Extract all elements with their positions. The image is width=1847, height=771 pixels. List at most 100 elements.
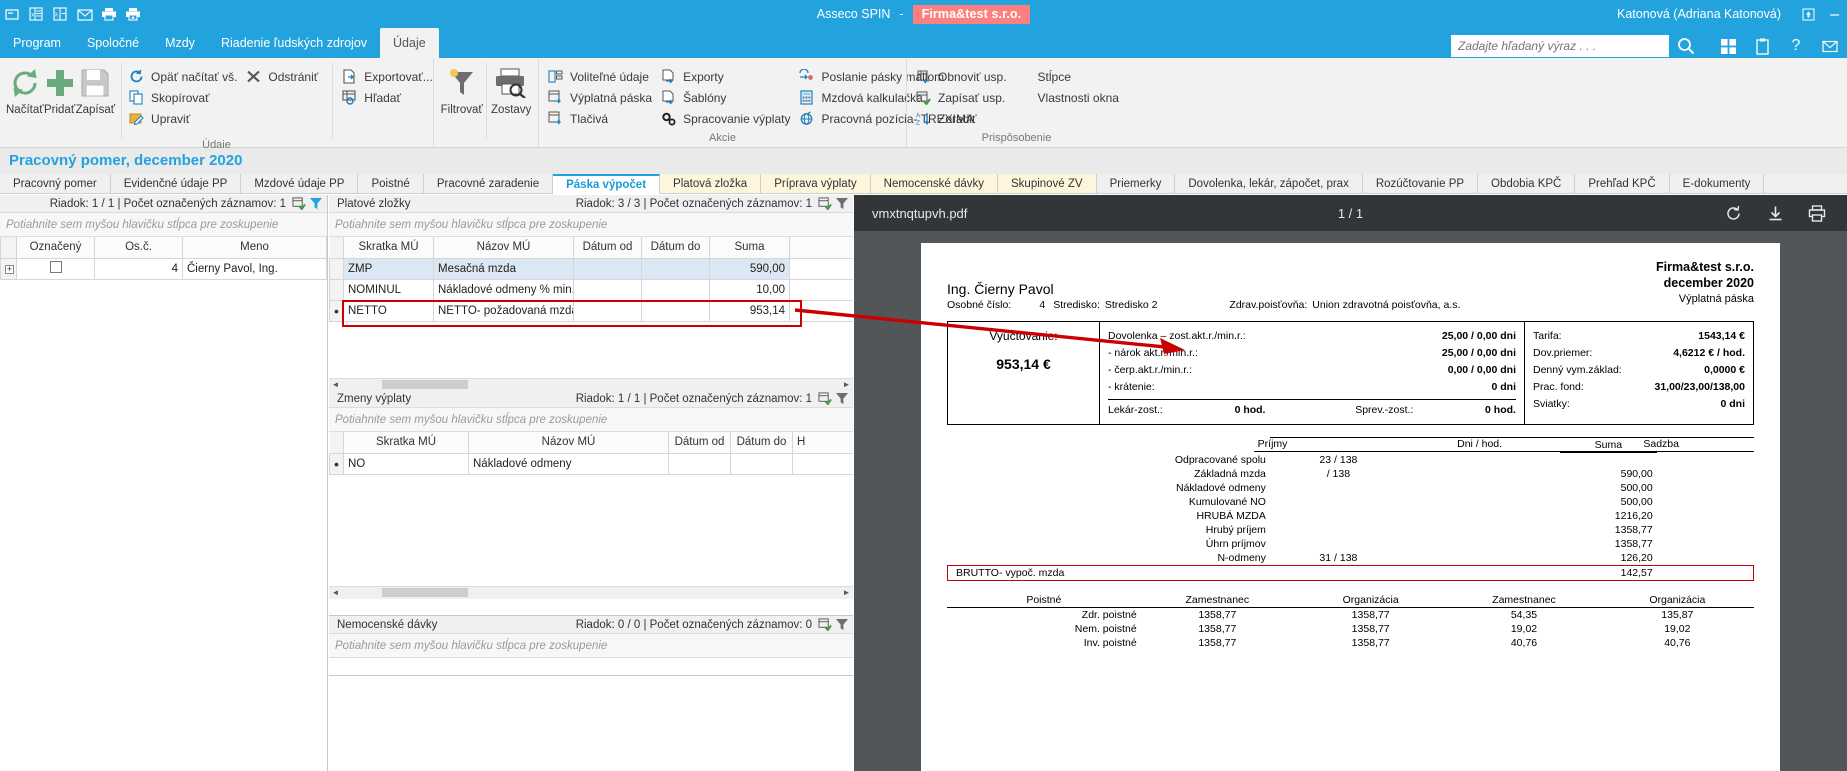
panel-platove-zlozky-group-hint[interactable]: Potiahnite sem myšou hlavičku stĺpca pre… (329, 213, 853, 237)
tab-nemocenske-davky[interactable]: Nemocenské dávky (870, 174, 998, 193)
col-nazov-mu[interactable]: Názov MÚ (468, 432, 669, 454)
excel-export-icon[interactable]: x (28, 7, 45, 22)
clipboard-icon[interactable] (1745, 32, 1779, 60)
hscrollbar-zmeny-vyplaty[interactable]: ◄ ► (329, 585, 853, 599)
restore-window-icon[interactable] (1795, 0, 1821, 28)
col-datum-od[interactable]: Dátum od (668, 432, 731, 454)
col-h[interactable]: H (792, 432, 853, 454)
scroll-thumb[interactable] (382, 588, 468, 597)
filter-icon[interactable] (833, 391, 850, 407)
table-row[interactable]: + 4 Čierny Pavol, Ing. (0, 257, 327, 280)
tab-dovolenka-lekar-zapocet-prax[interactable]: Dovolenka, lekár, zápočet, prax (1175, 174, 1363, 193)
scroll-track[interactable] (342, 379, 840, 390)
col-datum-do[interactable]: Dátum do (641, 237, 710, 259)
hscrollbar-platove-zlozky[interactable]: ◄ ► (329, 377, 853, 391)
expander-icon[interactable]: + (5, 264, 14, 274)
mail-notify-icon[interactable] (1813, 32, 1847, 60)
save-layout-icon[interactable] (816, 617, 833, 633)
employee-group-hint[interactable]: Potiahnite sem myšou hlavičku stĺpca pre… (0, 213, 327, 237)
tab-obdobia-kpc[interactable]: Obdobia KPČ (1478, 174, 1576, 193)
ribbon-button-hladat[interactable]: Hľadať (339, 87, 439, 108)
scroll-left-arrow[interactable]: ◄ (329, 380, 342, 389)
cell-oznaceny[interactable] (16, 257, 95, 280)
ribbon-button-nacitat[interactable]: Načítať (6, 61, 44, 116)
menu-item-udaje[interactable]: Údaje (380, 28, 439, 58)
scroll-thumb[interactable] (382, 380, 468, 389)
scroll-right-arrow[interactable]: ► (840, 588, 853, 597)
col-oznaceny[interactable]: Označený (16, 237, 95, 259)
ribbon-button-exporty[interactable]: Exporty (658, 66, 796, 87)
filter-icon[interactable] (307, 196, 324, 212)
table-row[interactable]: • NETTO NETTO- požadovaná mzda 953,14 (329, 299, 853, 322)
table-row[interactable]: ZMP Mesačná mzda 590,00 (329, 257, 853, 280)
menu-item-program[interactable]: Program (0, 28, 74, 58)
ribbon-button-obnovit-usp[interactable]: Obnoviť usp. (913, 66, 1013, 87)
tab-platova-zlozka[interactable]: Platová zložka (660, 174, 762, 193)
tab-pracovne-zaradenie[interactable]: Pracovné zaradenie (423, 174, 554, 193)
menu-item-riadenie-ludskych-zdrojov[interactable]: Riadenie ľudských zdrojov (208, 28, 380, 58)
ribbon-button-vyplatna-paska[interactable]: Výplatná páska (545, 87, 658, 108)
ribbon-button-zostavy[interactable]: Zostavy (490, 61, 532, 116)
search-input[interactable] (1451, 35, 1669, 57)
help-icon[interactable]: ? (1779, 32, 1813, 60)
save-layout-icon[interactable] (816, 391, 833, 407)
pdf-export-icon[interactable]: λ (52, 7, 69, 22)
table-row[interactable]: • NO Nákladové odmeny (329, 452, 853, 475)
row-expander-cell[interactable]: + (0, 257, 17, 280)
ribbon-button-exportovat[interactable]: Exportovať... (339, 66, 439, 87)
save-layout-icon[interactable] (816, 196, 833, 212)
ribbon-button-vlastnosti-okna[interactable]: Vlastnosti okna (1013, 87, 1125, 108)
tab-prehlad-kpc[interactable]: Prehľad KPČ (1575, 174, 1670, 193)
panel-nemocenske-davky-group-hint[interactable]: Potiahnite sem myšou hlavičku stĺpca pre… (329, 634, 853, 658)
table-row[interactable]: NOMINUL Nákladové odmeny % min. obd... 1… (329, 278, 853, 301)
filter-icon[interactable] (833, 617, 850, 633)
col-datum-od[interactable]: Dátum od (573, 237, 642, 259)
tab-rozuctovanie-pp[interactable]: Rozúčtovanie PP (1362, 174, 1479, 193)
ribbon-button-filtrovat[interactable]: Filtrovať (440, 61, 483, 116)
tab-pracovny-pomer[interactable]: Pracovný pomer (0, 174, 111, 193)
company-badge[interactable]: Firma&test s.r.o. (912, 4, 1031, 24)
tab-mzdove-udaje-pp[interactable]: Mzdové údaje PP (241, 174, 359, 193)
menu-item-mzdy[interactable]: Mzdy (152, 28, 208, 58)
window-icon[interactable] (4, 7, 21, 22)
panel-zmeny-vyplaty-group-hint[interactable]: Potiahnite sem myšou hlavičku stĺpca pre… (329, 408, 853, 432)
tab-priemerky[interactable]: Priemerky (1096, 174, 1176, 193)
ribbon-button-spracovanie-vyplaty[interactable]: Spracovanie výplaty (658, 108, 796, 129)
ribbon-button-volitelne-udaje[interactable]: Voliteľné údaje (545, 66, 658, 87)
col-skratka-mu[interactable]: Skratka MÚ (343, 432, 469, 454)
ribbon-button-zapisat[interactable]: Zapísať (76, 61, 115, 116)
scroll-left-arrow[interactable]: ◄ (329, 588, 342, 597)
tab-skupinove-zv[interactable]: Skupinové ZV (998, 174, 1097, 193)
tab-paska-vypocet[interactable]: Páska výpočet (553, 174, 661, 194)
col-suma[interactable]: Suma (709, 237, 790, 259)
ribbon-button-stlpce[interactable]: Stĺpce (1013, 66, 1125, 87)
col-datum-do[interactable]: Dátum do (730, 432, 793, 454)
print-preview-icon[interactable] (124, 7, 141, 22)
ribbon-button-zapisat-usp[interactable]: Zapísať usp. (913, 87, 1013, 108)
ribbon-button-skopirovat[interactable]: Skopírovať (126, 87, 243, 108)
tab-evidencne-udaje-pp[interactable]: Evidenčné údaje PP (110, 174, 242, 193)
minimize-window-button[interactable] (1821, 0, 1847, 28)
menu-item-spolocne[interactable]: Spoločné (74, 28, 152, 58)
scroll-track[interactable] (342, 587, 840, 598)
col-skratka-mu[interactable]: Skratka MÚ (343, 237, 434, 259)
ribbon-button-tlaciva[interactable]: Tlačivá (545, 108, 658, 129)
tab-poistne[interactable]: Poistné (358, 174, 424, 193)
tab-priprava-vyplaty[interactable]: Príprava výplaty (761, 174, 871, 193)
col-nazov-mu[interactable]: Názov MÚ (433, 237, 574, 259)
save-layout-icon[interactable] (290, 196, 307, 212)
scroll-right-arrow[interactable]: ► (840, 380, 853, 389)
ribbon-button-odstranit[interactable]: Odstrániť (243, 66, 324, 87)
ribbon-button-zoradit[interactable]: AZ Zoradiť (913, 108, 1013, 129)
ribbon-button-opat-nacitat-vs[interactable]: Opäť načítať vš. (126, 66, 243, 87)
mail-icon[interactable] (76, 7, 93, 22)
row-checkbox[interactable] (49, 261, 62, 273)
dashboard-icon[interactable] (1711, 32, 1745, 60)
print-icon[interactable] (100, 7, 117, 22)
col-meno[interactable]: Meno (182, 237, 327, 259)
ribbon-button-sablony[interactable]: Šablóny (658, 87, 796, 108)
filter-icon[interactable] (833, 196, 850, 212)
ribbon-button-upravit[interactable]: Upraviť (126, 108, 243, 129)
search-icon[interactable] (1669, 32, 1703, 60)
col-oscislo[interactable]: Os.č. (94, 237, 183, 259)
